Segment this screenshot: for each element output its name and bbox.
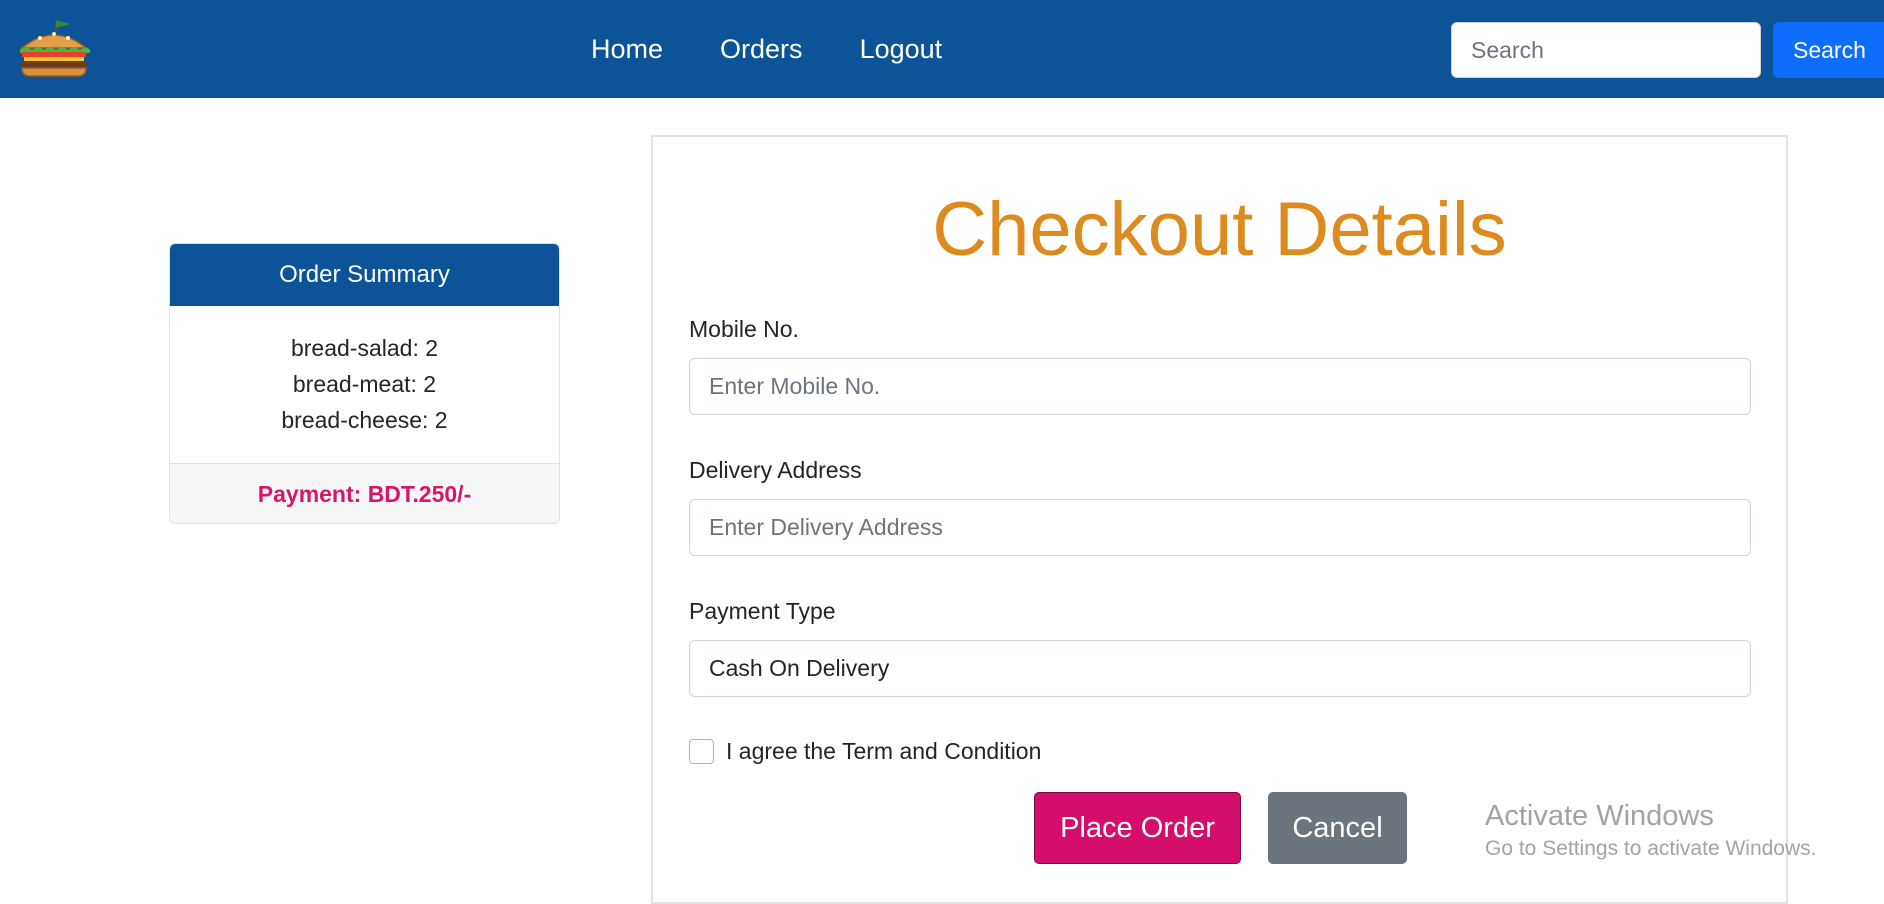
mobile-input[interactable] <box>689 358 1751 415</box>
checkout-form: Checkout Details Mobile No. Delivery Add… <box>651 135 1788 904</box>
mobile-label: Mobile No. <box>689 316 799 342</box>
terms-row: I agree the Term and Condition <box>689 738 1041 765</box>
navbar: Home Orders Logout Search <box>0 0 1884 98</box>
terms-label[interactable]: I agree the Term and Condition <box>726 738 1041 765</box>
search-button[interactable]: Search <box>1773 22 1884 78</box>
payment-type-select[interactable]: Cash On Delivery <box>689 640 1751 697</box>
burger-logo-icon[interactable] <box>16 18 92 78</box>
search-input[interactable] <box>1451 22 1761 78</box>
payment-type-label: Payment Type <box>689 598 836 624</box>
nav-link-logout[interactable]: Logout <box>860 34 943 65</box>
nav-links: Home Orders Logout <box>591 0 999 98</box>
place-order-button[interactable]: Place Order <box>1034 792 1241 864</box>
order-summary-card: Order Summary bread-salad: 2 bread-meat:… <box>169 243 560 524</box>
watermark-title: Activate Windows <box>1485 800 1714 832</box>
watermark-subtitle: Go to Settings to activate Windows. <box>1485 837 1817 860</box>
activate-windows-watermark: Activate Windows Go to Settings to activ… <box>1485 798 1817 864</box>
cancel-button[interactable]: Cancel <box>1268 792 1407 864</box>
checkout-title: Checkout Details <box>932 187 1507 272</box>
terms-checkbox[interactable] <box>689 739 714 764</box>
order-item: bread-cheese: 2 <box>281 407 448 433</box>
order-summary-items: bread-salad: 2 bread-meat: 2 bread-chees… <box>170 306 559 463</box>
payment-total: Payment: BDT.250/- <box>170 463 559 523</box>
nav-link-orders[interactable]: Orders <box>720 34 803 65</box>
payment-type-value: Cash On Delivery <box>709 655 890 681</box>
nav-link-home[interactable]: Home <box>591 34 663 65</box>
delivery-address-input[interactable] <box>689 499 1751 556</box>
delivery-address-label: Delivery Address <box>689 457 862 483</box>
order-summary-header: Order Summary <box>170 244 559 306</box>
order-item: bread-salad: 2 <box>290 335 439 361</box>
order-item: bread-meat: 2 <box>292 371 437 397</box>
